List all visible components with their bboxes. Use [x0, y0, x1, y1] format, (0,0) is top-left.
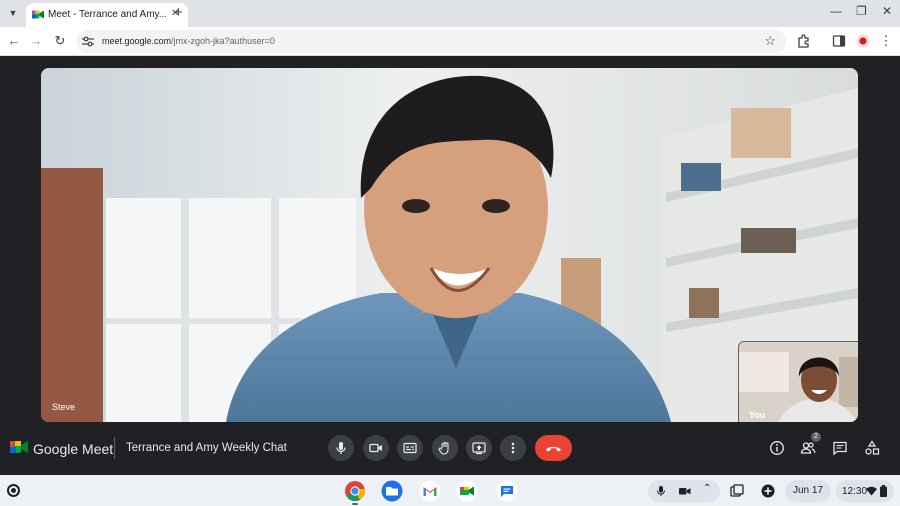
new-tab-button[interactable]: + — [174, 4, 183, 21]
speaker-name-label: Steve — [52, 402, 76, 412]
battery-icon — [880, 485, 887, 497]
chrome-running-indicator — [352, 503, 358, 505]
url-path: /jmx-zgoh-jka?authuser=0 — [171, 36, 275, 46]
restore-icon[interactable]: ❐ — [856, 4, 867, 18]
address-bar[interactable]: meet.google.com/jmx-zgoh-jka?authuser=0 … — [76, 30, 786, 53]
activities-icon[interactable] — [864, 440, 880, 456]
meet-favicon-icon — [32, 10, 44, 19]
date-pill[interactable]: Jun 17 — [785, 480, 831, 502]
back-arrow-icon[interactable]: ← — [6, 33, 22, 48]
present-screen-icon — [472, 442, 486, 455]
people-count-badge: 2 — [811, 432, 821, 442]
tab-meet[interactable]: Meet - Terrance and Amy... ✕ — [26, 3, 188, 27]
self-name-label: You — [749, 410, 766, 420]
clock-time: 12:30 — [842, 486, 868, 497]
main-participant-video[interactable]: Steve You ••• — [41, 68, 858, 422]
people-icon[interactable] — [800, 440, 816, 456]
end-call-button[interactable] — [535, 435, 572, 461]
chat-icon[interactable] — [832, 440, 848, 456]
more-options-button[interactable] — [500, 435, 526, 461]
microphone-button[interactable] — [328, 435, 354, 461]
profile-avatar[interactable] — [856, 34, 870, 48]
meet-app-icon[interactable] — [456, 480, 478, 502]
extensions-icon[interactable] — [797, 34, 811, 48]
present-screen-button[interactable] — [466, 435, 492, 461]
speaker-video-frame — [41, 68, 858, 422]
camera-in-use-icon — [679, 488, 691, 495]
meeting-details-info-icon[interactable] — [769, 440, 785, 456]
forward-arrow-icon[interactable]: → — [28, 33, 44, 48]
microphone-icon — [336, 442, 346, 454]
more-vert-icon — [511, 442, 515, 454]
holding-space-icon[interactable] — [730, 484, 744, 498]
quick-settings-pill[interactable]: 12:30 — [836, 480, 894, 502]
raise-hand-icon — [438, 441, 449, 455]
launcher-icon[interactable] — [7, 484, 20, 497]
expand-tray-chevron-icon[interactable]: ⌃ — [703, 483, 711, 494]
url-text: meet.google.com/jmx-zgoh-jka?authuser=0 — [102, 36, 275, 46]
tab-search-chevron-icon[interactable]: ▼ — [6, 6, 20, 20]
files-app-icon[interactable] — [381, 480, 403, 502]
system-shelf: ⌃ Jun 17 12:30 — [0, 475, 900, 506]
meet-call-area: Steve You ••• Google Meet Terrance and A… — [0, 56, 900, 475]
google-meet-logo-icon — [10, 441, 28, 453]
wifi-icon — [866, 486, 877, 496]
self-view-tile[interactable]: You ••• — [738, 341, 858, 422]
end-call-icon — [546, 446, 561, 452]
raise-hand-button[interactable] — [432, 435, 458, 461]
camera-icon — [369, 443, 382, 453]
minimize-icon[interactable]: — — [830, 4, 842, 18]
close-window-icon[interactable]: ✕ — [882, 4, 892, 18]
meeting-title: Terrance and Amy Weekly Chat — [126, 442, 287, 454]
google-meet-brand: Google Meet — [33, 441, 114, 457]
tab-title: Meet - Terrance and Amy... — [48, 9, 166, 20]
browser-toolbar: ← → ↻ meet.google.com/jmx-zgoh-jka?authu… — [0, 27, 900, 56]
bookmark-star-icon[interactable]: ☆ — [764, 33, 776, 49]
tab-strip: ▼ Meet - Terrance and Amy... ✕ + — ❐ ✕ — [0, 0, 900, 27]
site-info-icon[interactable] — [82, 36, 94, 47]
url-host: meet.google.com — [102, 36, 172, 46]
captions-button[interactable] — [397, 435, 423, 461]
chrome-app-icon[interactable] — [344, 480, 366, 502]
camera-button[interactable] — [363, 435, 389, 461]
add-circle-icon[interactable] — [761, 484, 775, 498]
gmail-app-icon[interactable] — [419, 480, 441, 502]
mic-in-use-icon — [657, 486, 665, 496]
side-panel-icon[interactable] — [832, 34, 846, 48]
captions-icon — [403, 442, 417, 454]
messages-app-icon[interactable] — [496, 480, 518, 502]
chrome-menu-icon[interactable]: ⋮ — [878, 33, 894, 49]
divider — [114, 437, 115, 459]
reload-icon[interactable]: ↻ — [52, 33, 68, 49]
